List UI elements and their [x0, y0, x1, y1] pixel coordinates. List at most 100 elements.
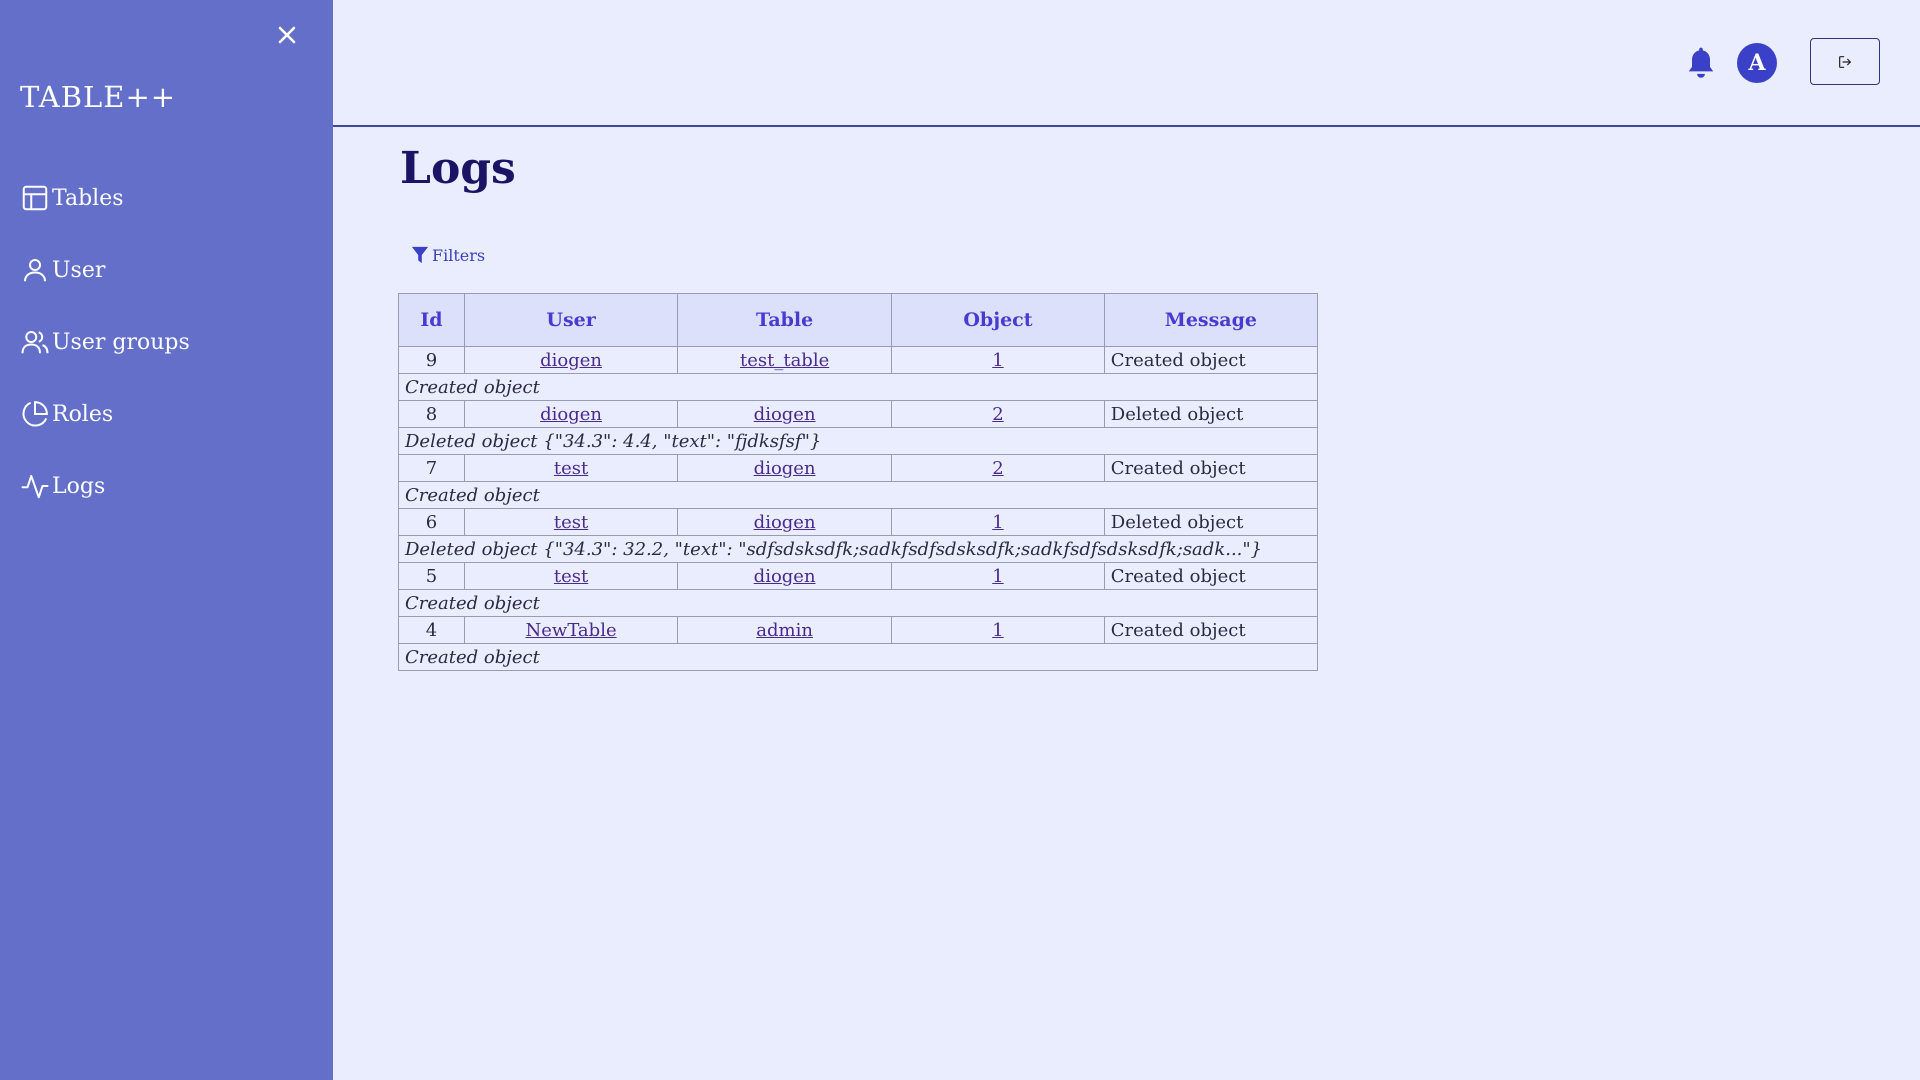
main-content: A Logs Filters Id User Table Object Mess… [333, 0, 1920, 1080]
table-link[interactable]: admin [756, 620, 813, 641]
cell-table: diogen [677, 562, 893, 590]
bell-icon [1688, 47, 1714, 78]
cell-message: Deleted object [1103, 400, 1319, 428]
table-icon [22, 185, 48, 211]
cell-message: Created object [1103, 346, 1319, 374]
cell-id: 7 [397, 454, 466, 482]
cell-message: Created object [1103, 616, 1319, 644]
column-header-user[interactable]: User [464, 293, 679, 347]
user-avatar[interactable]: A [1737, 43, 1777, 83]
close-sidebar-button[interactable] [274, 22, 300, 48]
table-link[interactable]: diogen [754, 566, 816, 587]
table-row: 5 test diogen 1 Created object [397, 562, 1319, 590]
cell-user: NewTable [464, 616, 679, 644]
object-link[interactable]: 2 [992, 404, 1003, 425]
cell-user: test [464, 508, 679, 536]
cell-detail: Deleted object {"34.3": 4.4, "text": "fj… [398, 427, 1318, 455]
table-header-row: Id User Table Object Message [397, 293, 1319, 347]
table-detail-row: Created object [398, 643, 1318, 671]
sidebar-item-label: User groups [52, 329, 190, 355]
table-detail-row: Created object [398, 481, 1318, 509]
object-link[interactable]: 1 [992, 620, 1003, 641]
sidebar: TABLE++ Tables User User groups Roles Lo… [0, 0, 333, 1080]
logout-icon [1839, 55, 1851, 68]
object-link[interactable]: 1 [992, 350, 1003, 371]
cell-table: diogen [677, 400, 893, 428]
cell-id: 9 [397, 346, 466, 374]
sidebar-item-user[interactable]: User [20, 234, 190, 306]
column-header-object[interactable]: Object [891, 293, 1105, 347]
user-link[interactable]: diogen [540, 350, 602, 371]
table-row: 4 NewTable admin 1 Created object [397, 616, 1319, 644]
table-link[interactable]: diogen [754, 512, 816, 533]
cell-message: Created object [1103, 454, 1319, 482]
cell-id: 6 [397, 508, 466, 536]
sidebar-item-logs[interactable]: Logs [20, 450, 190, 522]
cell-detail: Created object [398, 373, 1318, 401]
table-row: 7 test diogen 2 Created object [397, 454, 1319, 482]
filters-button[interactable]: Filters [411, 245, 485, 265]
cell-table: diogen [677, 454, 893, 482]
table-link[interactable]: diogen [754, 458, 816, 479]
column-header-id[interactable]: Id [397, 293, 466, 347]
sidebar-item-roles[interactable]: Roles [20, 378, 190, 450]
close-icon [278, 26, 296, 44]
cell-object: 1 [891, 346, 1105, 374]
sidebar-item-label: User [52, 257, 106, 283]
cell-detail: Created object [398, 643, 1318, 671]
cell-id: 4 [397, 616, 466, 644]
filter-icon [411, 246, 429, 264]
logs-table: Id User Table Object Message 9 diogen te… [397, 293, 1319, 671]
user-link[interactable]: test [554, 512, 588, 533]
page-title: Logs [400, 143, 516, 194]
cell-id: 8 [397, 400, 466, 428]
sidebar-item-user-groups[interactable]: User groups [20, 306, 190, 378]
table-row: 9 diogen test_table 1 Created object [397, 346, 1319, 374]
top-bar: A [333, 0, 1920, 127]
table-detail-row: Created object [398, 589, 1318, 617]
cell-table: diogen [677, 508, 893, 536]
cell-object: 1 [891, 508, 1105, 536]
table-link[interactable]: diogen [754, 404, 816, 425]
object-link[interactable]: 1 [992, 566, 1003, 587]
cell-message: Deleted object [1103, 508, 1319, 536]
cell-object: 1 [891, 616, 1105, 644]
cell-id: 5 [397, 562, 466, 590]
sidebar-item-label: Roles [52, 401, 114, 427]
user-link[interactable]: diogen [540, 404, 602, 425]
pie-chart-icon [22, 401, 48, 427]
column-header-message[interactable]: Message [1103, 293, 1319, 347]
cell-object: 2 [891, 454, 1105, 482]
object-link[interactable]: 2 [992, 458, 1003, 479]
users-icon [21, 331, 49, 354]
cell-detail: Deleted object {"34.3": 32.2, "text": "s… [398, 535, 1318, 563]
logout-button[interactable] [1810, 38, 1880, 85]
cell-user: test [464, 562, 679, 590]
cell-user: diogen [464, 400, 679, 428]
activity-icon [21, 475, 49, 499]
table-detail-row: Created object [398, 373, 1318, 401]
object-link[interactable]: 1 [992, 512, 1003, 533]
cell-user: test [464, 454, 679, 482]
user-icon [24, 259, 46, 282]
sidebar-item-label: Logs [52, 473, 106, 499]
user-link[interactable]: test [554, 458, 588, 479]
table-detail-row: Deleted object {"34.3": 32.2, "text": "s… [398, 535, 1318, 563]
cell-detail: Created object [398, 481, 1318, 509]
cell-object: 2 [891, 400, 1105, 428]
cell-user: diogen [464, 346, 679, 374]
cell-detail: Created object [398, 589, 1318, 617]
sidebar-nav: Tables User User groups Roles Logs [20, 162, 190, 522]
cell-object: 1 [891, 562, 1105, 590]
column-header-table[interactable]: Table [677, 293, 893, 347]
sidebar-item-tables[interactable]: Tables [20, 162, 190, 234]
notifications-button[interactable] [1685, 45, 1717, 81]
table-row: 6 test diogen 1 Deleted object [397, 508, 1319, 536]
cell-message: Created object [1103, 562, 1319, 590]
table-link[interactable]: test_table [740, 350, 829, 371]
user-link[interactable]: NewTable [526, 620, 617, 641]
filters-label: Filters [432, 245, 486, 265]
user-link[interactable]: test [554, 566, 588, 587]
table-detail-row: Deleted object {"34.3": 4.4, "text": "fj… [398, 427, 1318, 455]
app-logo[interactable]: TABLE++ [20, 80, 176, 114]
